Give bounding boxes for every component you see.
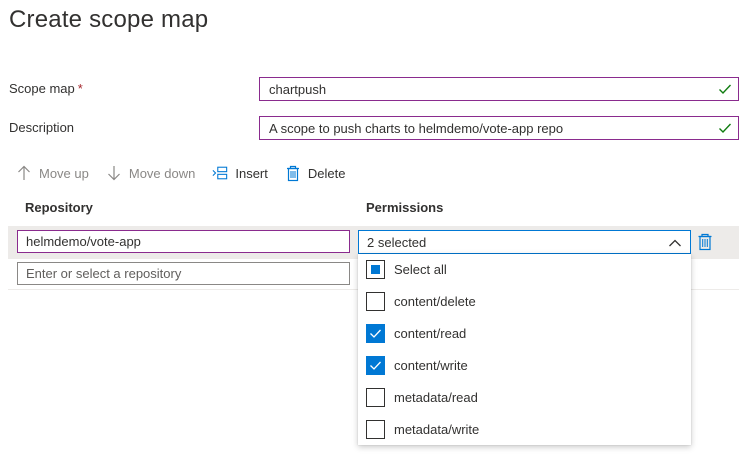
scope-map-label-text: Scope map — [9, 81, 75, 96]
option-label: content/read — [394, 326, 467, 341]
page-title: Create scope map — [9, 6, 209, 33]
insert-label: Insert — [235, 165, 268, 181]
row-toolbar: Move up Move down Insert Delete — [16, 162, 362, 184]
required-mark: * — [77, 81, 83, 96]
valid-check-icon — [719, 84, 732, 95]
description-label: Description — [9, 120, 75, 135]
move-up-label: Move up — [39, 165, 89, 181]
scope-map-label: Scope map * — [9, 81, 83, 96]
permissions-summary: 2 selected — [367, 234, 427, 250]
chevron-up-icon — [669, 239, 681, 247]
checkbox-checked[interactable] — [366, 356, 385, 375]
delete-button[interactable]: Delete — [285, 162, 346, 184]
arrow-up-icon — [16, 165, 32, 181]
description-value: A scope to push charts to helmdemo/vote-… — [269, 120, 564, 136]
permissions-dropdown: Select all content/delete content/read c… — [358, 254, 691, 445]
description-input[interactable]: A scope to push charts to helmdemo/vote-… — [259, 116, 739, 140]
trash-icon — [698, 233, 712, 251]
permissions-column-header: Permissions — [366, 200, 444, 215]
scope-map-value: chartpush — [269, 81, 327, 97]
option-metadata-write[interactable]: metadata/write — [358, 414, 691, 446]
checkbox-checked[interactable] — [366, 324, 385, 343]
insert-button[interactable]: Insert — [212, 162, 268, 184]
option-label: Select all — [394, 262, 447, 277]
option-metadata-read[interactable]: metadata/read — [358, 382, 691, 414]
new-repository-placeholder: Enter or select a repository — [26, 266, 182, 281]
checkbox-unchecked[interactable] — [366, 388, 385, 407]
checkmark-icon — [370, 361, 381, 370]
trash-icon — [285, 165, 301, 181]
repository-column-header: Repository — [25, 200, 93, 215]
checkbox-indeterminate[interactable] — [366, 260, 385, 279]
option-content-read[interactable]: content/read — [358, 318, 691, 350]
move-down-button[interactable]: Move down — [106, 162, 195, 184]
option-label: metadata/read — [394, 390, 478, 405]
option-content-write[interactable]: content/write — [358, 350, 691, 382]
new-repository-input[interactable]: Enter or select a repository — [17, 262, 350, 285]
checkbox-unchecked[interactable] — [366, 292, 385, 311]
repository-value: helmdemo/vote-app — [26, 234, 141, 249]
valid-check-icon — [719, 123, 732, 134]
delete-label: Delete — [307, 165, 346, 181]
move-up-button[interactable]: Move up — [16, 162, 89, 184]
option-label: content/write — [394, 358, 468, 373]
arrow-down-icon — [106, 165, 122, 181]
scope-map-input[interactable]: chartpush — [259, 77, 739, 101]
checkmark-icon — [370, 329, 381, 338]
repository-input[interactable]: helmdemo/vote-app — [17, 230, 350, 253]
option-content-delete[interactable]: content/delete — [358, 286, 691, 318]
checkbox-unchecked[interactable] — [366, 420, 385, 439]
option-label: metadata/write — [394, 422, 480, 437]
option-select-all[interactable]: Select all — [358, 254, 691, 286]
option-label: content/delete — [394, 294, 476, 309]
permissions-select[interactable]: 2 selected — [358, 230, 691, 254]
move-down-label: Move down — [128, 165, 196, 181]
delete-row-button[interactable] — [697, 233, 713, 251]
insert-row-icon — [212, 165, 228, 181]
